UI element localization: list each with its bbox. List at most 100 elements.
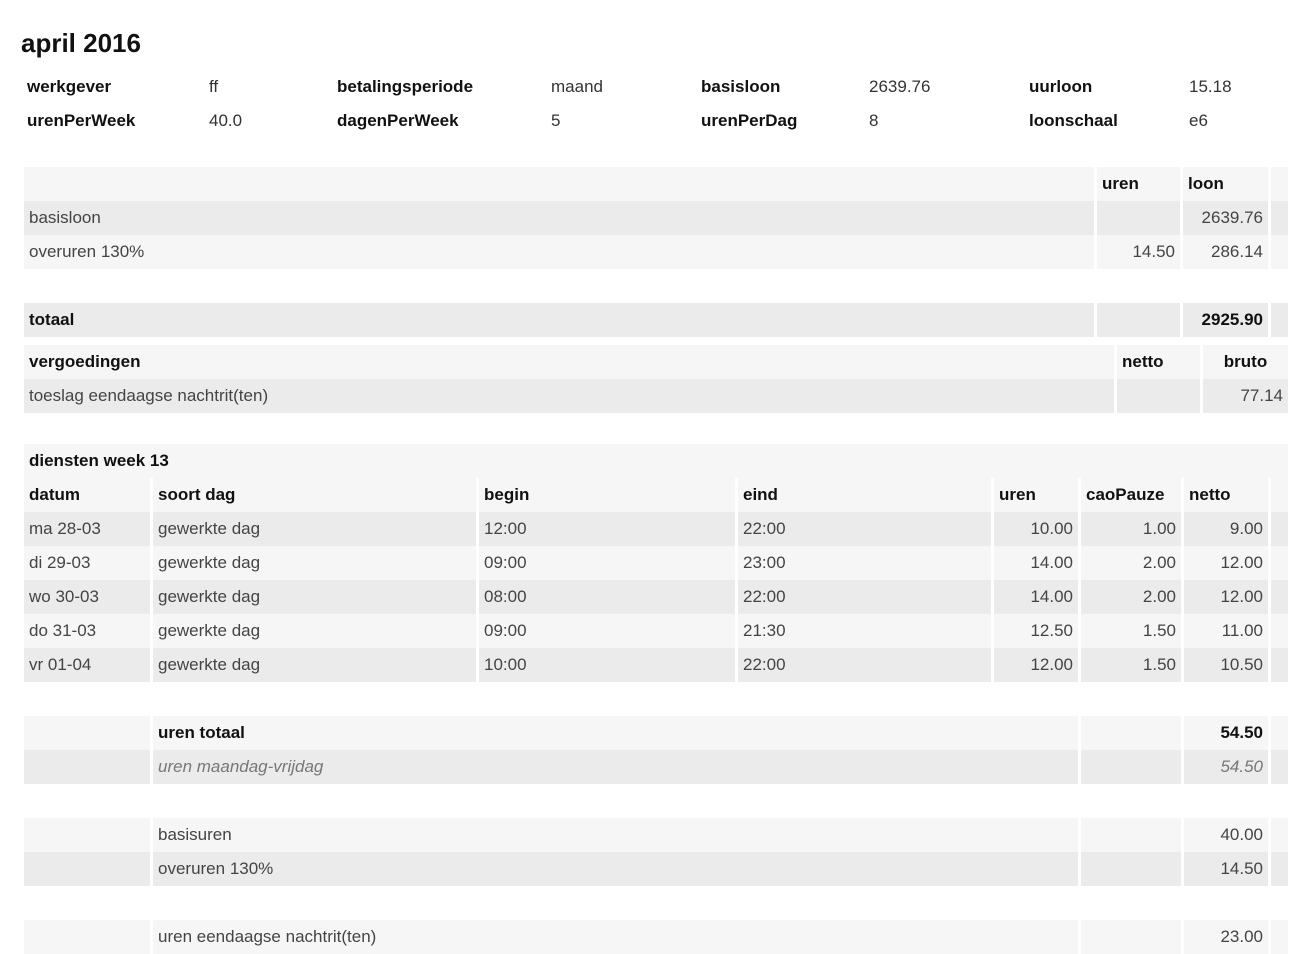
summary-row: uren maandag-vrijdag 54.50 bbox=[24, 750, 1289, 784]
info-label: loonschaal bbox=[1029, 111, 1118, 130]
info-value: 5 bbox=[551, 111, 561, 130]
row-uren bbox=[1094, 201, 1180, 235]
cell-eind: 21:30 bbox=[735, 614, 991, 648]
info-label: basisloon bbox=[701, 77, 781, 96]
summary-label: basisuren bbox=[150, 818, 1078, 852]
allowances-table: vergoedingen netto bruto toeslag eendaag… bbox=[24, 345, 1288, 413]
summary-label: overuren 130% bbox=[150, 852, 1078, 886]
cell-netto: 10.50 bbox=[1181, 648, 1268, 682]
info-value: 8 bbox=[869, 111, 879, 130]
cell-datum: wo 30-03 bbox=[24, 580, 150, 614]
row-label: basisloon bbox=[24, 201, 1094, 235]
summary-label: uren eendaagse nachtrit(ten) bbox=[150, 920, 1078, 954]
table-row: do 31-03 gewerkte dag 09:00 21:30 12.50 … bbox=[24, 614, 1289, 648]
cell-soort: gewerkte dag bbox=[150, 614, 476, 648]
table-row: vr 01-04 gewerkte dag 10:00 22:00 12.00 … bbox=[24, 648, 1289, 682]
cell-begin: 08:00 bbox=[476, 580, 735, 614]
info-label: urenPerDag bbox=[701, 111, 798, 130]
cell-datum: vr 01-04 bbox=[24, 648, 150, 682]
summary-row: uren totaal 54.50 bbox=[24, 716, 1289, 750]
info-value: 15.18 bbox=[1189, 77, 1232, 96]
info-value: 40.0 bbox=[209, 111, 243, 130]
row-label: overuren 130% bbox=[24, 235, 1094, 269]
header-pauze: caoPauze bbox=[1078, 478, 1181, 512]
info-label: uurloon bbox=[1029, 77, 1093, 96]
cell-uren: 14.00 bbox=[991, 580, 1078, 614]
info-row: urenPerWeek 40.0 dagenPerWeek 5 urenPerD… bbox=[21, 104, 1289, 138]
cell-eind: 22:00 bbox=[735, 580, 991, 614]
cell-datum: do 31-03 bbox=[24, 614, 150, 648]
cell-pauze: 1.50 bbox=[1078, 614, 1181, 648]
cell-pauze: 2.00 bbox=[1078, 546, 1181, 580]
row-uren: 14.50 bbox=[1094, 235, 1180, 269]
cell-pauze: 1.00 bbox=[1078, 512, 1181, 546]
summary-value: 23.00 bbox=[1181, 920, 1268, 954]
allowances-header-row: vergoedingen netto bruto bbox=[24, 345, 1288, 379]
cell-eind: 22:00 bbox=[735, 512, 991, 546]
allowances-title: vergoedingen bbox=[24, 345, 1114, 379]
cell-begin: 10:00 bbox=[476, 648, 735, 682]
table-row: toeslag eendaagse nachtrit(ten) 77.14 bbox=[24, 379, 1288, 413]
row-bruto: 77.14 bbox=[1200, 379, 1288, 413]
info-value: e6 bbox=[1189, 111, 1208, 130]
cell-netto: 12.00 bbox=[1181, 580, 1268, 614]
shifts-title: diensten week 13 bbox=[24, 444, 1289, 478]
row-label: toeslag eendaagse nachtrit(ten) bbox=[24, 379, 1114, 413]
cell-soort: gewerkte dag bbox=[150, 580, 476, 614]
cell-uren: 12.50 bbox=[991, 614, 1078, 648]
header-loon: loon bbox=[1180, 167, 1268, 201]
summary-label: uren maandag-vrijdag bbox=[150, 750, 1078, 784]
cell-datum: ma 28-03 bbox=[24, 512, 150, 546]
summary-row: uren eendaagse nachtrit(ten) 23.00 bbox=[24, 920, 1289, 954]
cell-uren: 12.00 bbox=[991, 648, 1078, 682]
cell-uren: 14.00 bbox=[991, 546, 1078, 580]
header-datum: datum bbox=[24, 478, 150, 512]
cell-soort: gewerkte dag bbox=[150, 546, 476, 580]
cell-netto: 11.00 bbox=[1181, 614, 1268, 648]
cell-soort: gewerkte dag bbox=[150, 648, 476, 682]
header-uren: uren bbox=[1094, 167, 1180, 201]
summary-label: uren totaal bbox=[150, 716, 1078, 750]
employment-info: werkgever ff betalingsperiode maand basi… bbox=[21, 70, 1289, 138]
header-begin: begin bbox=[476, 478, 735, 512]
salary-header-row: uren loon bbox=[24, 167, 1288, 201]
cell-begin: 09:00 bbox=[476, 614, 735, 648]
shifts-table: diensten week 13 datum soort dag begin e… bbox=[24, 444, 1289, 954]
summary-value: 54.50 bbox=[1181, 716, 1268, 750]
row-loon: 286.14 bbox=[1180, 235, 1268, 269]
table-row: wo 30-03 gewerkte dag 08:00 22:00 14.00 … bbox=[24, 580, 1289, 614]
info-label: werkgever bbox=[27, 77, 112, 96]
table-row: di 29-03 gewerkte dag 09:00 23:00 14.00 … bbox=[24, 546, 1289, 580]
summary-value: 54.50 bbox=[1181, 750, 1268, 784]
info-label: dagenPerWeek bbox=[337, 111, 459, 130]
shifts-title-row: diensten week 13 bbox=[24, 444, 1289, 478]
info-value: 2639.76 bbox=[869, 77, 931, 96]
cell-datum: di 29-03 bbox=[24, 546, 150, 580]
header-eind: eind bbox=[735, 478, 991, 512]
salary-table: uren loon basisloon 2639.76 overuren 130… bbox=[24, 167, 1288, 337]
info-row: werkgever ff betalingsperiode maand basi… bbox=[21, 70, 1289, 104]
row-loon: 2639.76 bbox=[1180, 201, 1268, 235]
header-uren: uren bbox=[991, 478, 1078, 512]
cell-eind: 23:00 bbox=[735, 546, 991, 580]
summary-value: 14.50 bbox=[1181, 852, 1268, 886]
page-title: april 2016 bbox=[21, 28, 141, 58]
header-netto: netto bbox=[1114, 345, 1200, 379]
summary-row: basisuren 40.00 bbox=[24, 818, 1289, 852]
summary-value: 40.00 bbox=[1181, 818, 1268, 852]
summary-row: overuren 130% 14.50 bbox=[24, 852, 1289, 886]
table-row: basisloon 2639.76 bbox=[24, 201, 1288, 235]
table-row: ma 28-03 gewerkte dag 12:00 22:00 10.00 … bbox=[24, 512, 1289, 546]
info-label: betalingsperiode bbox=[337, 77, 474, 96]
cell-begin: 09:00 bbox=[476, 546, 735, 580]
cell-eind: 22:00 bbox=[735, 648, 991, 682]
row-netto bbox=[1114, 379, 1200, 413]
header-soort: soort dag bbox=[150, 478, 476, 512]
cell-netto: 12.00 bbox=[1181, 546, 1268, 580]
total-value: 2925.90 bbox=[1180, 303, 1268, 337]
cell-begin: 12:00 bbox=[476, 512, 735, 546]
cell-soort: gewerkte dag bbox=[150, 512, 476, 546]
header-bruto: bruto bbox=[1200, 345, 1288, 379]
total-row: totaal 2925.90 bbox=[24, 303, 1288, 337]
info-label: urenPerWeek bbox=[27, 111, 136, 130]
